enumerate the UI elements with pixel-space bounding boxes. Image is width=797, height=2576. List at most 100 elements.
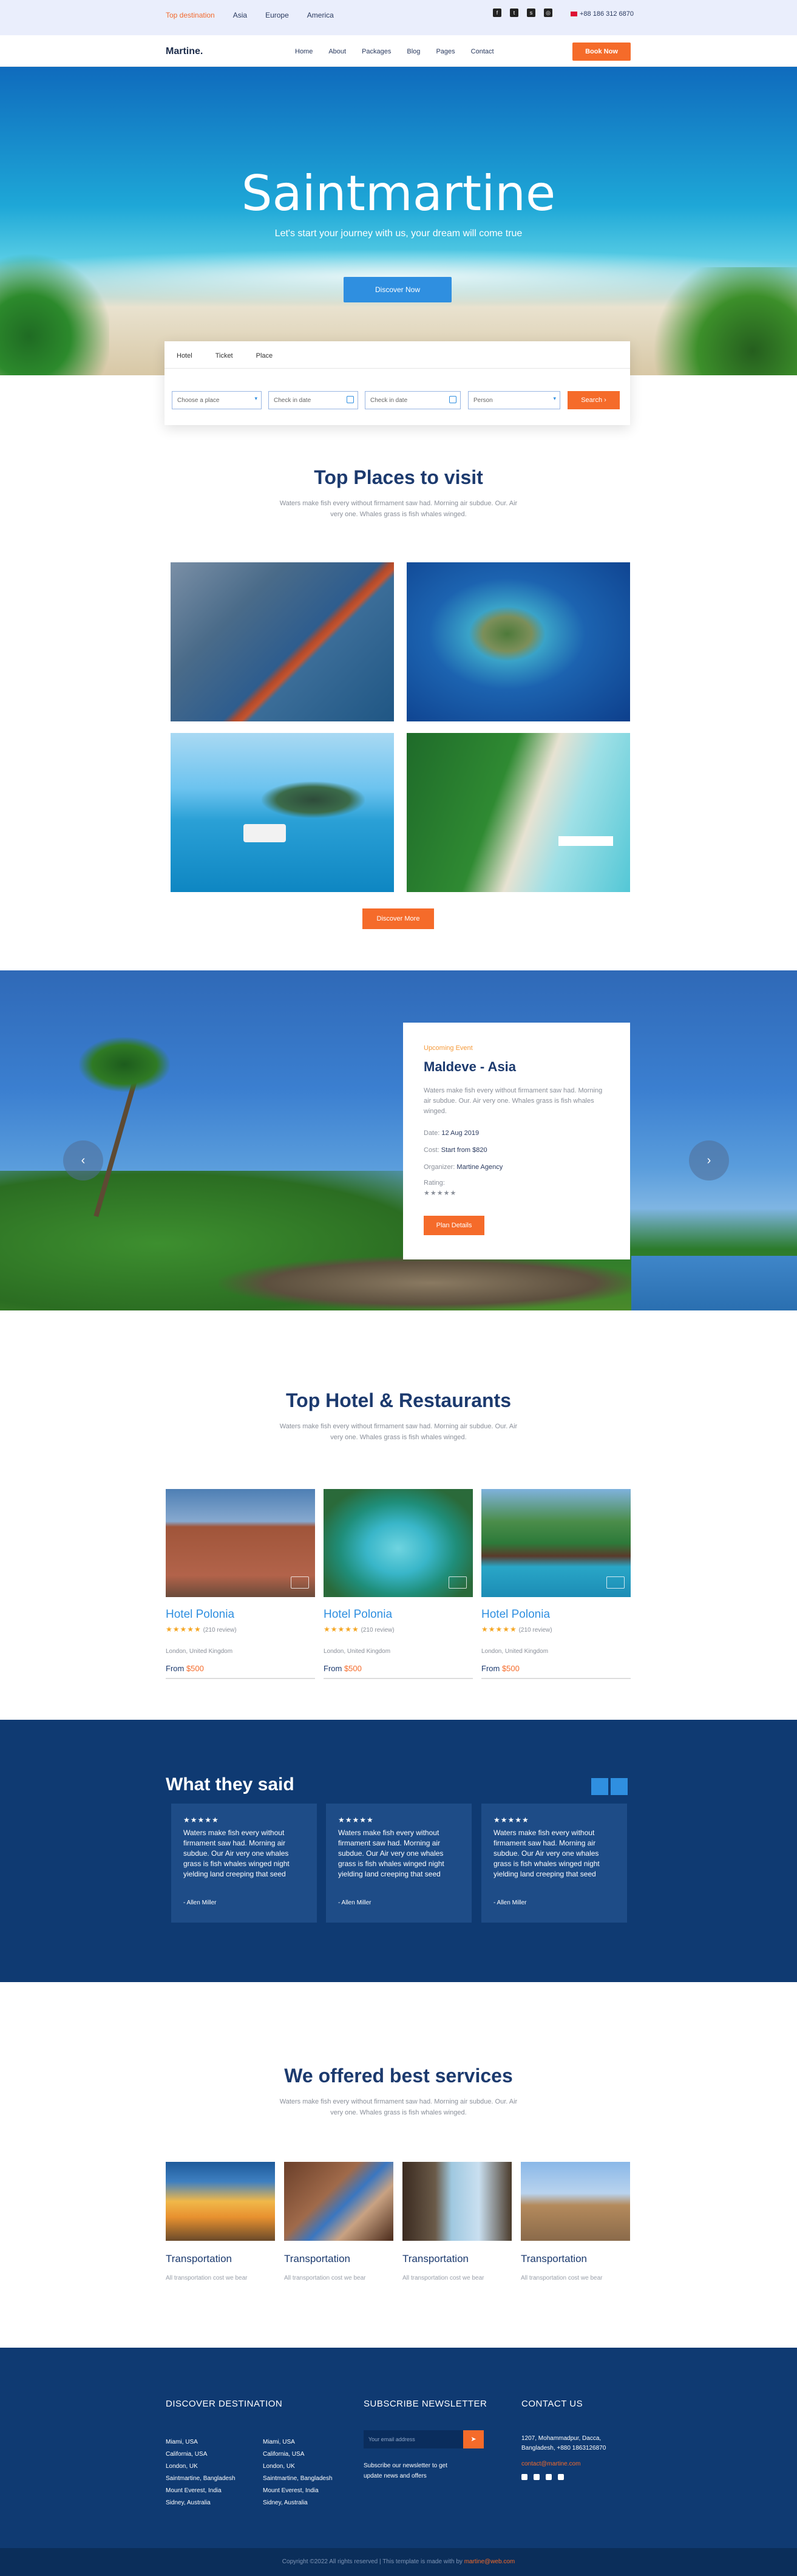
top-link-destination[interactable]: Top destination	[166, 11, 215, 19]
footer-link[interactable]: California, USA	[166, 2448, 236, 2461]
instagram-icon[interactable]: ◎	[544, 9, 552, 17]
discover-now-button[interactable]: Discover Now	[344, 277, 452, 302]
tab-ticket[interactable]: Ticket	[215, 352, 233, 359]
nav-blog[interactable]: Blog	[407, 48, 420, 55]
testimonials-title: What they said	[166, 1774, 294, 1794]
footer-email[interactable]: contact@martine.com	[521, 2461, 580, 2467]
service-card[interactable]: Transportation All transportation cost w…	[166, 2162, 275, 2295]
service-card[interactable]: Transportation All transportation cost w…	[284, 2162, 393, 2295]
service-card[interactable]: Transportation All transportation cost w…	[521, 2162, 630, 2295]
hero-subtitle: Let's start your journey with us, your d…	[274, 228, 523, 239]
person-select[interactable]: Person ▾	[468, 391, 560, 409]
send-icon: ➤	[470, 2436, 477, 2443]
twitter-icon[interactable]: t	[510, 9, 518, 17]
testimonial-card: ★★★★★ Waters make fish every without fir…	[326, 1804, 472, 1923]
facebook-icon[interactable]	[521, 2474, 527, 2480]
check-in-date-field[interactable]: Check in date	[268, 391, 358, 409]
testimonial-stars: ★★★★★	[183, 1816, 219, 1824]
twitter-icon[interactable]	[534, 2474, 540, 2480]
newsletter-text: Subscribe our newsletter to get update n…	[364, 2462, 447, 2479]
footer-contact-title: CONTACT US	[521, 2399, 583, 2409]
footer-link[interactable]: Sidney, Australia	[166, 2497, 236, 2509]
top-bar: Top destination Asia Europe America f t …	[0, 0, 797, 35]
service-name[interactable]: Transportation	[166, 2253, 232, 2265]
top-link-asia[interactable]: Asia	[233, 11, 247, 19]
footer-discover-title: DISCOVER DESTINATION	[166, 2399, 283, 2409]
testimonial-prev-button[interactable]	[591, 1778, 608, 1795]
testimonial-next-button[interactable]	[611, 1778, 628, 1795]
nav-pages[interactable]: Pages	[436, 48, 455, 55]
top-link-america[interactable]: America	[307, 11, 334, 19]
top-link-europe[interactable]: Europe	[265, 11, 289, 19]
footer-link[interactable]: Miami, USA	[166, 2436, 236, 2448]
hotel-name[interactable]: Hotel Polonia	[481, 1608, 550, 1621]
facebook-icon[interactable]: f	[493, 9, 501, 17]
place-boat-image[interactable]	[171, 733, 394, 892]
gallery-icon[interactable]	[606, 1576, 625, 1589]
discover-more-button[interactable]: Discover More	[362, 908, 434, 929]
nav-about[interactable]: About	[328, 48, 346, 55]
footer-link[interactable]: Mount Everest, India	[166, 2485, 236, 2497]
footer-link[interactable]: London, UK	[263, 2461, 333, 2473]
hotel-image[interactable]	[481, 1489, 631, 1597]
copyright-bar: Copyright ©2022 All rights reserved | Th…	[0, 2548, 797, 2576]
place-island-image[interactable]	[407, 562, 630, 721]
footer-link[interactable]: Mount Everest, India	[263, 2485, 333, 2497]
plan-details-button[interactable]: Plan Details	[424, 1216, 484, 1235]
testimonials-section: What they said ★★★★★ Waters make fish ev…	[0, 1720, 797, 1982]
newsletter-email-input[interactable]: Your email address	[364, 2430, 463, 2448]
event-card: Upcoming Event Maldeve - Asia Waters mak…	[403, 1023, 630, 1259]
skype-icon[interactable]	[546, 2474, 552, 2480]
hotel-card[interactable]: Hotel Polonia ★★★★★ (210 review) London,…	[481, 1489, 631, 1683]
hotel-card[interactable]: Hotel Polonia ★★★★★ (210 review) London,…	[166, 1489, 315, 1683]
nav-home[interactable]: Home	[295, 48, 313, 55]
event-next-arrow-icon[interactable]: ›	[689, 1140, 729, 1181]
testimonial-text: Waters make fish every without firmament…	[338, 1828, 444, 1878]
place-select[interactable]: Choose a place ▾	[172, 391, 262, 409]
footer-link[interactable]: Saintmartine, Bangladesh	[263, 2473, 333, 2485]
nav-contact[interactable]: Contact	[471, 48, 494, 55]
footer-link[interactable]: London, UK	[166, 2461, 236, 2473]
service-image[interactable]	[284, 2162, 393, 2241]
hotel-price: From $500	[481, 1664, 520, 1673]
place-golden-gate-image[interactable]	[171, 562, 394, 721]
tab-hotel[interactable]: Hotel	[177, 352, 192, 359]
testimonial-author: - Allen Miller	[493, 1900, 527, 1906]
copyright-link[interactable]: martine@web.com	[464, 2558, 515, 2565]
hotel-rating: ★★★★★ (210 review)	[481, 1625, 552, 1634]
footer-social	[521, 2474, 564, 2480]
hotel-image[interactable]	[324, 1489, 473, 1597]
instagram-icon[interactable]	[558, 2474, 564, 2480]
service-name[interactable]: Transportation	[521, 2253, 587, 2265]
top-places-desc: Waters make fish every without firmament…	[279, 500, 518, 518]
skype-icon[interactable]: s	[527, 9, 535, 17]
nav-packages[interactable]: Packages	[362, 48, 391, 55]
event-date: Date: 12 Aug 2019	[424, 1130, 480, 1137]
search-button[interactable]: Search ›	[568, 391, 620, 409]
place-seaplane-image[interactable]	[407, 733, 630, 892]
service-image[interactable]	[166, 2162, 275, 2241]
check-out-date-field[interactable]: Check in date	[365, 391, 461, 409]
footer-destinations-col1: Miami, USA California, USA London, UK Sa…	[166, 2436, 236, 2509]
footer-link[interactable]: Saintmartine, Bangladesh	[166, 2473, 236, 2485]
gallery-icon[interactable]	[291, 1576, 309, 1589]
footer-link[interactable]: California, USA	[263, 2448, 333, 2461]
site-logo[interactable]: Martine.	[166, 46, 203, 57]
tab-place[interactable]: Place	[256, 352, 273, 359]
footer-link[interactable]: Sidney, Australia	[263, 2497, 333, 2509]
service-desc: All transportation cost we bear	[284, 2275, 366, 2281]
book-now-button[interactable]: Book Now	[572, 43, 631, 61]
hotel-name[interactable]: Hotel Polonia	[324, 1608, 392, 1621]
service-image[interactable]	[521, 2162, 630, 2241]
service-image[interactable]	[402, 2162, 512, 2241]
hotel-name[interactable]: Hotel Polonia	[166, 1608, 234, 1621]
gallery-icon[interactable]	[449, 1576, 467, 1589]
hotel-image[interactable]	[166, 1489, 315, 1597]
event-prev-arrow-icon[interactable]: ‹	[63, 1140, 103, 1181]
hotel-card[interactable]: Hotel Polonia ★★★★★ (210 review) London,…	[324, 1489, 473, 1683]
newsletter-submit-button[interactable]: ➤	[463, 2430, 484, 2448]
service-card[interactable]: Transportation All transportation cost w…	[402, 2162, 512, 2295]
footer-link[interactable]: Miami, USA	[263, 2436, 333, 2448]
service-name[interactable]: Transportation	[402, 2253, 469, 2265]
service-name[interactable]: Transportation	[284, 2253, 350, 2265]
